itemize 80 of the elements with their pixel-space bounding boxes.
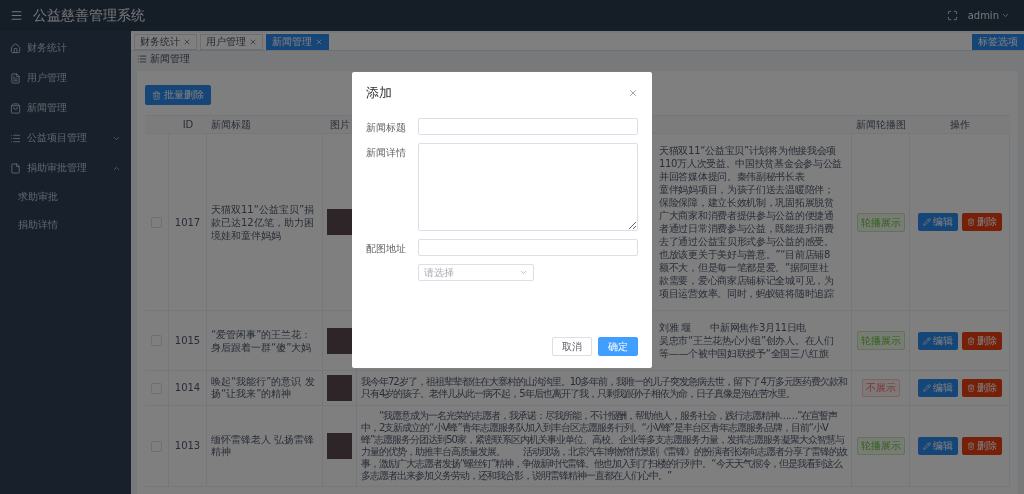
- field-label: 新闻详情: [366, 146, 407, 160]
- menu-item-icon: [10, 102, 21, 114]
- pencil-icon: [922, 336, 931, 345]
- cancel-button[interactable]: 取消: [552, 337, 592, 356]
- menu-item-icon: [10, 72, 21, 84]
- column-header: 新闻轮播图: [852, 116, 910, 134]
- close-icon[interactable]: [315, 37, 323, 46]
- status-tag: 轮播展示: [856, 437, 905, 455]
- pencil-icon: [922, 218, 931, 226]
- delete-button[interactable]: 删除: [961, 331, 1002, 350]
- user-menu[interactable]: admin: [967, 10, 1010, 21]
- bulk-delete-button[interactable]: 批量删除: [145, 85, 211, 105]
- dialog-title: 添加: [366, 84, 392, 102]
- status-tag: 轮播展示: [856, 212, 905, 232]
- close-icon[interactable]: [183, 37, 191, 46]
- news-detail-text: 天猫双11“公益宝贝”计划将为他接我会项: [659, 144, 838, 157]
- field-label: 新闻标题: [366, 121, 407, 135]
- news-detail-text: 者通过日常消费参与公益，既能提升消费: [659, 222, 835, 235]
- menu-item-icon: [10, 132, 21, 144]
- trash-icon: [966, 442, 975, 450]
- edit-button[interactable]: 编辑: [917, 213, 958, 231]
- edit-button[interactable]: 编辑: [917, 437, 958, 455]
- column-header: 新闻标题: [207, 116, 323, 134]
- tab[interactable]: 新闻管理: [266, 33, 329, 50]
- news-detail-text: “我愿意成为一名光荣的志愿者，我承诺：尽我所能，不计报酬，帮助他人，服务社会，践行志愿精神……”在宣誓声中，2支新成立的“小V蜂”青年志愿服务队加入到丰台区志愿服务行列。“小V蜂”是丰台区青年志愿服务品牌，目前“小V蜂”志愿服务分团达到50家，紧密联系区内机关事业单位、高校、企业等多支志愿服务力量，发挥志愿服务凝聚大众智慧与力量的优势，助推丰台高质量发展。 活动现场，北京汽车博物馆情景剧《雷锋》的扮演者张涛向志愿者分享了雷锋的故事，激励广大志愿者发扬“螺丝钉”精神，争做新时代雷锋。他也加入到了扫楼的行列中。“今天天气很冷，但是我看到这么多志愿者出来参加义务劳动，还和我合影，说明雷锋精神一直都在人们心中。”: [361, 410, 847, 482]
- tab[interactable]: 财务统计: [134, 33, 197, 50]
- breadcrumb: 新闻管理: [150, 52, 190, 66]
- table-cell: 1014: [169, 371, 207, 406]
- trash-icon: [152, 90, 161, 100]
- status-tag: 轮播展示: [856, 331, 905, 350]
- field-label: 配图地址: [366, 242, 407, 256]
- select-field[interactable]: 请选择: [418, 264, 534, 281]
- fullscreen-icon[interactable]: [946, 10, 958, 21]
- confirm-button[interactable]: 确定: [598, 337, 638, 356]
- tab-options-button[interactable]: 标签选项: [972, 33, 1024, 50]
- delete-button[interactable]: 删除: [961, 213, 1002, 231]
- menu-icon[interactable]: [10, 9, 23, 22]
- table-cell: 天猫双11“公益宝贝”捐款已达12亿笔，助力困境娃和童伴妈妈: [207, 134, 323, 311]
- news-detail-text: 110万人次受益。中国扶贫基金会参与公益: [659, 157, 843, 170]
- table-cell: 1017: [169, 134, 207, 311]
- pencil-icon: [922, 442, 931, 450]
- news-detail-text: 童伴妈妈项目，为孩子们送去温暖陪伴；: [659, 183, 835, 196]
- app-title: 公益慈善管理系统: [33, 6, 146, 25]
- table-cell: 1015: [169, 311, 207, 371]
- edit-button[interactable]: 编辑: [917, 379, 958, 397]
- photo-placeholder: [327, 209, 352, 235]
- news-detail-text: 也放该更关于美好与善意。”“目前店铺8: [659, 248, 832, 261]
- text-area[interactable]: [418, 143, 638, 231]
- photo-placeholder: [327, 327, 352, 354]
- table-cell: 唤起“我能行”的意识 发扬“让我来”的精神: [207, 371, 323, 406]
- tab[interactable]: 用户管理: [200, 33, 263, 50]
- delete-button[interactable]: 删除: [961, 437, 1002, 455]
- menu-item-icon: [10, 162, 21, 174]
- table-cell: 缅怀雷锋老人 弘扬雷锋精神: [207, 406, 323, 487]
- photo-placeholder: [327, 375, 352, 401]
- breadcrumb-icon: [137, 54, 147, 64]
- photo-placeholder: [327, 433, 352, 459]
- news-detail-text: 保险保障，建立长效机制，巩固拓展脱贫: [659, 196, 835, 209]
- table-cell: 1013: [169, 406, 207, 487]
- trash-icon: [966, 384, 975, 392]
- news-detail-text: 项目运营效率。同时，蚂蚁链将随时追踪: [659, 287, 835, 300]
- news-detail-text: 款需要，爱心商家店铺标记全城可见，为: [659, 274, 835, 287]
- input-field[interactable]: [418, 239, 638, 256]
- caret-icon: [1001, 11, 1010, 20]
- input-field[interactable]: [418, 118, 638, 135]
- close-icon[interactable]: [249, 37, 257, 46]
- news-detail-text: 等——个被中国妇联授予“全国三八红旗: [659, 347, 830, 360]
- menu-item-icon: [10, 42, 21, 54]
- news-detail-text: 吴忠市“王兰花热心小组”创办人。在人们: [659, 334, 834, 347]
- edit-button[interactable]: 编辑: [917, 331, 958, 350]
- caret-icon: [519, 268, 528, 277]
- news-detail-text: 去了通过公益宝贝形式参与公益的感受。: [659, 235, 835, 248]
- news-detail-text: 并回答媒体提问。秦伟副秘书长表: [659, 170, 806, 183]
- news-detail-text: 广大商家和消费者提供参与公益的便捷通: [659, 209, 835, 222]
- news-detail-text: 刘雅 堰 中新网焦作3月11日电: [659, 321, 808, 334]
- trash-icon: [966, 218, 975, 226]
- delete-button[interactable]: 删除: [961, 379, 1002, 397]
- pencil-icon: [922, 384, 931, 392]
- close-icon[interactable]: [628, 88, 638, 98]
- trash-icon: [966, 336, 975, 345]
